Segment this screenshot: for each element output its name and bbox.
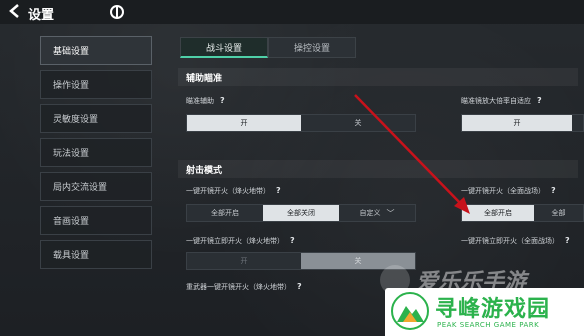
scope-adapt-label: 瞄准镜放大倍率自适应? <box>461 96 542 106</box>
aim-assist-label: 瞄准辅助? <box>186 96 225 106</box>
brand-watermark: 寻峰游戏园 PEAK SEARCH GAME PARK <box>385 288 584 336</box>
scope-adapt-off[interactable] <box>572 115 583 131</box>
option-all[interactable]: 全部 <box>534 205 583 221</box>
back-arrow-icon[interactable] <box>6 2 24 20</box>
sniper-beacon-text: 重武器一键开镜开火（烽火地带） <box>186 283 291 291</box>
chevron-down-icon: ﹀ <box>386 208 395 218</box>
scope-fire-all-selector: 全部开启 全部 <box>461 204 584 222</box>
scope-adapt-on[interactable]: 开 <box>462 115 572 131</box>
scope-fire-all-text: 一键开镜开火（全面战场） <box>461 187 545 195</box>
section-title-aim: 辅助瞄准 <box>186 74 223 84</box>
aim-assist-on[interactable]: 开 <box>187 115 301 131</box>
tab-bar: 战斗设置 操控设置 <box>180 37 356 58</box>
sidebar-item-label: 局内交流设置 <box>53 183 108 193</box>
sidebar-item-audio-video[interactable]: 音画设置 <box>40 206 152 235</box>
sidebar-item-vehicle[interactable]: 载具设置 <box>40 240 152 269</box>
help-icon[interactable]: ? <box>565 236 570 245</box>
brand-name: 寻峰游戏园 <box>435 297 551 322</box>
aim-assist-text: 瞄准辅助 <box>186 97 214 105</box>
sidebar-item-label: 玩法设置 <box>53 149 90 159</box>
scope-adapt-text: 瞄准镜放大倍率自适应 <box>461 97 531 105</box>
mountain-logo-icon <box>391 292 429 330</box>
sidebar-item-label: 载具设置 <box>53 251 90 261</box>
help-icon[interactable]: ? <box>220 96 225 105</box>
help-icon[interactable]: ? <box>290 236 295 245</box>
aim-assist-off[interactable]: 关 <box>301 115 415 131</box>
sniper-beacon-label: 重武器一键开镜开火（烽火地带）? <box>186 282 302 292</box>
brand-subtitle: PEAK SEARCH GAME PARK <box>437 321 540 329</box>
help-icon[interactable]: ? <box>551 186 556 195</box>
scope-instant-beacon-label: 一键开镜立即开火（烽火地带）? <box>186 236 295 246</box>
sidebar-item-sensitivity[interactable]: 灵敏度设置 <box>40 104 152 133</box>
sidebar-item-controls[interactable]: 操作设置 <box>40 70 152 99</box>
sidebar-item-label: 基础设置 <box>53 47 90 57</box>
sidebar-item-label: 音画设置 <box>53 217 90 227</box>
game-logo-icon <box>110 5 124 19</box>
help-icon[interactable]: ? <box>297 282 302 291</box>
tab-label: 操控设置 <box>293 44 330 54</box>
sidebar-item-label: 灵敏度设置 <box>53 115 99 125</box>
scope-adapt-toggle: 开 <box>461 114 584 132</box>
tab-control[interactable]: 操控设置 <box>268 37 356 58</box>
sidebar: 基础设置 操作设置 灵敏度设置 玩法设置 局内交流设置 音画设置 载具设置 <box>40 36 152 274</box>
help-icon[interactable]: ? <box>276 186 281 195</box>
section-header-shoot <box>178 160 578 178</box>
option-all-on[interactable]: 全部开启 <box>187 205 263 221</box>
header-bar: 设置 <box>0 0 584 24</box>
option-all-off[interactable]: 全部关闭 <box>263 205 339 221</box>
scope-fire-all-label: 一键开镜开火（全面战场）? <box>461 186 556 196</box>
option-custom[interactable]: 自定义 ﹀ <box>339 205 415 221</box>
tab-combat[interactable]: 战斗设置 <box>180 37 268 58</box>
page-title: 设置 <box>28 8 55 23</box>
option-custom-label: 自定义 <box>359 209 381 217</box>
help-icon[interactable]: ? <box>537 96 542 105</box>
option-all-on[interactable]: 全部开启 <box>462 205 534 221</box>
aim-assist-toggle: 开 关 <box>186 114 416 132</box>
section-title-shoot: 射击模式 <box>186 166 223 176</box>
scope-fire-beacon-text: 一键开镜开火（烽火地带） <box>186 187 270 195</box>
sidebar-item-basic[interactable]: 基础设置 <box>40 36 152 65</box>
scope-instant-all-label: 一键开镜立即开火（全面战场）? <box>461 236 570 246</box>
scope-instant-beacon-text: 一键开镜立即开火（烽火地带） <box>186 237 284 245</box>
section-header-aim <box>178 68 578 86</box>
scope-fire-beacon-selector: 全部开启 全部关闭 自定义 ﹀ <box>186 204 416 222</box>
sidebar-item-communication[interactable]: 局内交流设置 <box>40 172 152 201</box>
scope-instant-on[interactable]: 开 <box>187 253 301 269</box>
scope-instant-all-text: 一键开镜立即开火（全面战场） <box>461 237 559 245</box>
scope-fire-beacon-label: 一键开镜开火（烽火地带）? <box>186 186 281 196</box>
sidebar-item-label: 操作设置 <box>53 81 90 91</box>
tab-label: 战斗设置 <box>205 43 242 54</box>
sidebar-item-gameplay[interactable]: 玩法设置 <box>40 138 152 167</box>
